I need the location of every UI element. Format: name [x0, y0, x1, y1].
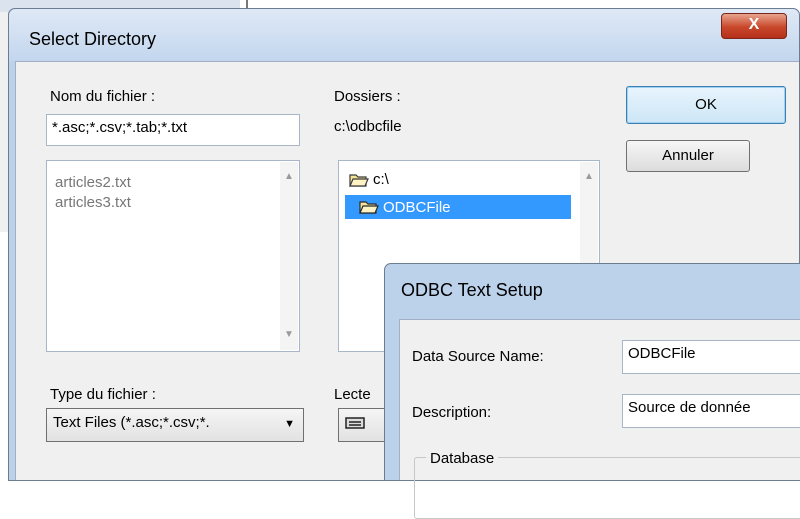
odbc-dialog-body: Data Source Name: ODBCFile Description: … [399, 319, 800, 519]
dsn-input[interactable]: ODBCFile [622, 340, 800, 374]
filetype-label: Type du fichier : [50, 386, 156, 403]
filename-input[interactable]: *.asc;*.csv;*.tab;*.txt [46, 114, 300, 146]
cancel-button[interactable]: Annuler [626, 140, 750, 172]
scroll-up-icon[interactable]: ▲ [284, 172, 294, 182]
file-list-item[interactable]: articles3.txt [47, 193, 299, 213]
filetype-value: Text Files (*.asc;*.csv;*. [53, 414, 210, 431]
folders-label: Dossiers : [334, 88, 401, 105]
dialog-title: Select Directory [29, 29, 157, 49]
close-button[interactable]: X [721, 13, 787, 39]
open-folder-icon [349, 173, 369, 187]
file-list[interactable]: articles2.txt articles3.txt ▲ ▼ [46, 160, 300, 352]
folder-label: ODBCFile [383, 198, 451, 216]
file-list-scrollbar[interactable]: ▲ ▼ [280, 162, 298, 350]
filetype-select[interactable]: Text Files (*.asc;*.csv;*. ▼ [46, 408, 304, 442]
folder-label: c:\ [373, 171, 389, 188]
current-path: c:\odbcfile [334, 118, 402, 135]
scroll-up-icon[interactable]: ▲ [584, 172, 594, 182]
background-window-divider [246, 0, 248, 8]
ok-button[interactable]: OK [626, 86, 786, 124]
folder-item-odbcfile[interactable]: ODBCFile [345, 195, 571, 219]
close-icon: X [748, 16, 760, 33]
file-list-item[interactable]: articles2.txt [47, 173, 299, 193]
dsn-label: Data Source Name: [412, 348, 544, 365]
open-folder-icon [359, 201, 379, 214]
filename-label: Nom du fichier : [50, 88, 156, 105]
description-input[interactable]: Source de donnée [622, 394, 800, 428]
folder-item-root[interactable]: c:\ [349, 171, 389, 188]
drives-label: Lecte [334, 386, 371, 403]
description-label: Description: [412, 404, 492, 421]
chevron-down-icon: ▼ [284, 418, 295, 430]
odbc-text-setup-dialog: ODBC Text Setup Data Source Name: ODBCFi… [384, 263, 800, 519]
drive-icon [345, 417, 365, 429]
dialog-titlebar[interactable]: Select Directory X [9, 9, 799, 61]
odbc-dialog-title: ODBC Text Setup [401, 280, 543, 300]
database-group-label: Database [426, 450, 499, 467]
scroll-down-icon[interactable]: ▼ [284, 330, 294, 340]
